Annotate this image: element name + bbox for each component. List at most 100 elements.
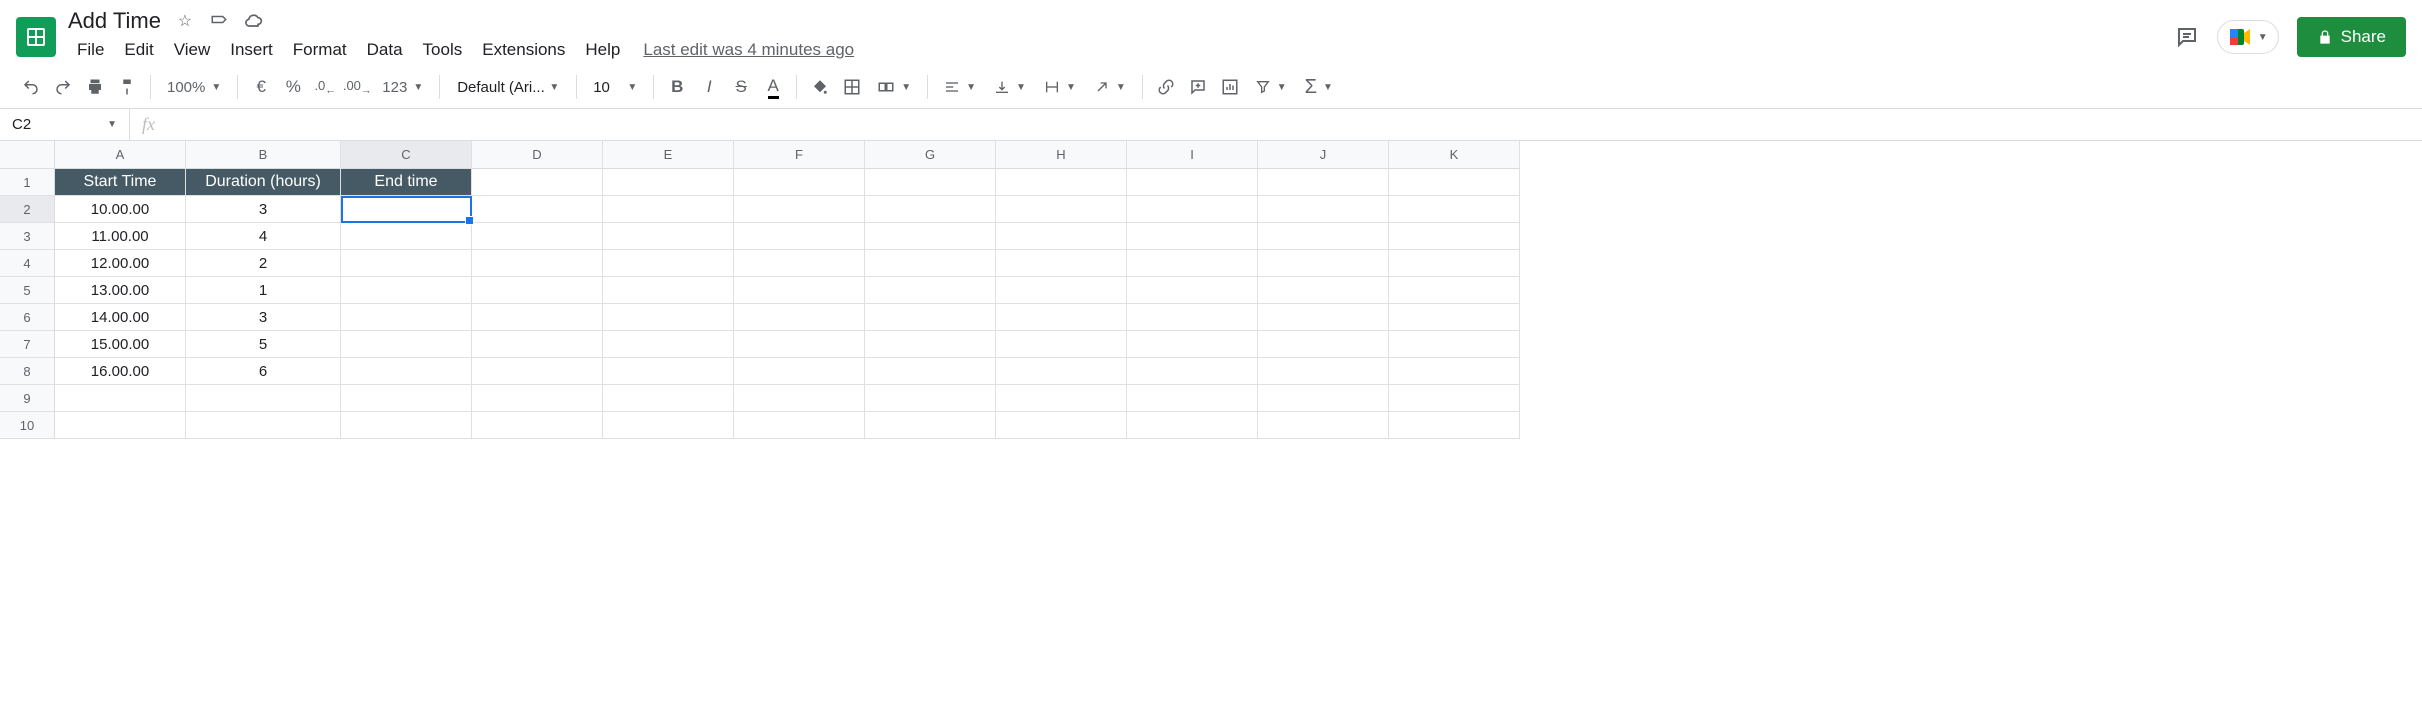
cell[interactable]	[186, 385, 341, 412]
cell[interactable]: 3	[186, 304, 341, 331]
cell[interactable]	[472, 277, 603, 304]
cell[interactable]	[472, 196, 603, 223]
cell[interactable]	[603, 358, 734, 385]
row-header[interactable]: 2	[0, 196, 55, 223]
menu-view[interactable]: View	[165, 36, 220, 64]
cell[interactable]: 15.00.00	[55, 331, 186, 358]
col-header[interactable]: H	[996, 141, 1127, 169]
cell[interactable]	[865, 169, 996, 196]
cell[interactable]: Start Time	[55, 169, 186, 196]
increase-decimal-button[interactable]: .00→	[342, 72, 372, 102]
cell[interactable]	[1258, 385, 1389, 412]
text-color-button[interactable]: A	[758, 72, 788, 102]
cell[interactable]	[1127, 223, 1258, 250]
cell[interactable]: 1	[186, 277, 341, 304]
col-header[interactable]: E	[603, 141, 734, 169]
merge-button[interactable]: ▼	[869, 78, 919, 96]
row-header[interactable]: 10	[0, 412, 55, 439]
move-icon[interactable]	[209, 11, 229, 31]
cell[interactable]	[996, 250, 1127, 277]
cell[interactable]	[996, 412, 1127, 439]
col-header[interactable]: C	[341, 141, 472, 169]
chart-button[interactable]	[1215, 72, 1245, 102]
cell[interactable]: Duration (hours)	[186, 169, 341, 196]
paint-format-button[interactable]	[112, 72, 142, 102]
cell[interactable]	[186, 412, 341, 439]
cell[interactable]	[603, 412, 734, 439]
menu-help[interactable]: Help	[576, 36, 629, 64]
cell[interactable]	[472, 412, 603, 439]
h-align-button[interactable]: ▼	[936, 79, 984, 95]
cell[interactable]: 2	[186, 250, 341, 277]
italic-button[interactable]: I	[694, 72, 724, 102]
cell[interactable]	[341, 412, 472, 439]
cell[interactable]	[603, 223, 734, 250]
share-button[interactable]: Share	[2297, 17, 2406, 57]
doc-title[interactable]: Add Time	[68, 8, 161, 34]
cell[interactable]	[734, 331, 865, 358]
select-all-corner[interactable]	[0, 141, 55, 169]
cell[interactable]	[55, 385, 186, 412]
cell[interactable]	[734, 196, 865, 223]
menu-format[interactable]: Format	[284, 36, 356, 64]
comments-icon[interactable]	[2175, 25, 2199, 49]
cell[interactable]	[1389, 196, 1520, 223]
cell-selected[interactable]	[341, 196, 472, 223]
cell[interactable]	[996, 358, 1127, 385]
cell[interactable]	[1127, 304, 1258, 331]
cell[interactable]	[865, 304, 996, 331]
cell[interactable]: 12.00.00	[55, 250, 186, 277]
spreadsheet-grid[interactable]: 1 2 3 4 5 6 7 8 9 10 A B C D E F G H I J…	[0, 141, 2422, 439]
menu-tools[interactable]: Tools	[414, 36, 472, 64]
cell[interactable]	[996, 304, 1127, 331]
cell[interactable]	[996, 277, 1127, 304]
cell[interactable]	[1389, 223, 1520, 250]
font-size-combo[interactable]: 10▼	[585, 75, 645, 100]
cell[interactable]	[603, 169, 734, 196]
cell[interactable]	[341, 223, 472, 250]
cell[interactable]	[1258, 331, 1389, 358]
cell[interactable]	[472, 331, 603, 358]
percent-button[interactable]: %	[278, 72, 308, 102]
cell[interactable]	[472, 358, 603, 385]
sheets-logo[interactable]	[16, 17, 56, 57]
cell[interactable]	[1389, 331, 1520, 358]
rotate-button[interactable]: ▼	[1086, 79, 1134, 95]
cell[interactable]	[865, 223, 996, 250]
cell[interactable]	[865, 412, 996, 439]
cell[interactable]: 3	[186, 196, 341, 223]
cell[interactable]	[996, 196, 1127, 223]
cell[interactable]	[1127, 250, 1258, 277]
menu-edit[interactable]: Edit	[115, 36, 162, 64]
row-header[interactable]: 4	[0, 250, 55, 277]
cell[interactable]	[734, 223, 865, 250]
col-header[interactable]: F	[734, 141, 865, 169]
cell[interactable]: 4	[186, 223, 341, 250]
col-header[interactable]: D	[472, 141, 603, 169]
menu-data[interactable]: Data	[358, 36, 412, 64]
cell[interactable]	[1389, 385, 1520, 412]
wrap-button[interactable]: ▼	[1036, 79, 1084, 95]
row-header[interactable]: 5	[0, 277, 55, 304]
cell[interactable]	[734, 412, 865, 439]
cell[interactable]	[996, 169, 1127, 196]
cell[interactable]	[1258, 304, 1389, 331]
cell[interactable]	[603, 277, 734, 304]
cell[interactable]	[1389, 277, 1520, 304]
cell[interactable]	[1389, 169, 1520, 196]
cell[interactable]	[341, 277, 472, 304]
font-combo[interactable]: Default (Ari...▼	[448, 74, 568, 101]
cell[interactable]	[865, 358, 996, 385]
star-icon[interactable]: ☆	[175, 11, 195, 31]
cell[interactable]: 5	[186, 331, 341, 358]
menu-insert[interactable]: Insert	[221, 36, 282, 64]
row-header[interactable]: 8	[0, 358, 55, 385]
decrease-decimal-button[interactable]: .0←	[310, 72, 340, 102]
cell[interactable]	[865, 250, 996, 277]
cell[interactable]	[1258, 358, 1389, 385]
cell[interactable]: 14.00.00	[55, 304, 186, 331]
row-header[interactable]: 9	[0, 385, 55, 412]
cell[interactable]	[734, 169, 865, 196]
borders-button[interactable]	[837, 72, 867, 102]
cell[interactable]	[734, 277, 865, 304]
